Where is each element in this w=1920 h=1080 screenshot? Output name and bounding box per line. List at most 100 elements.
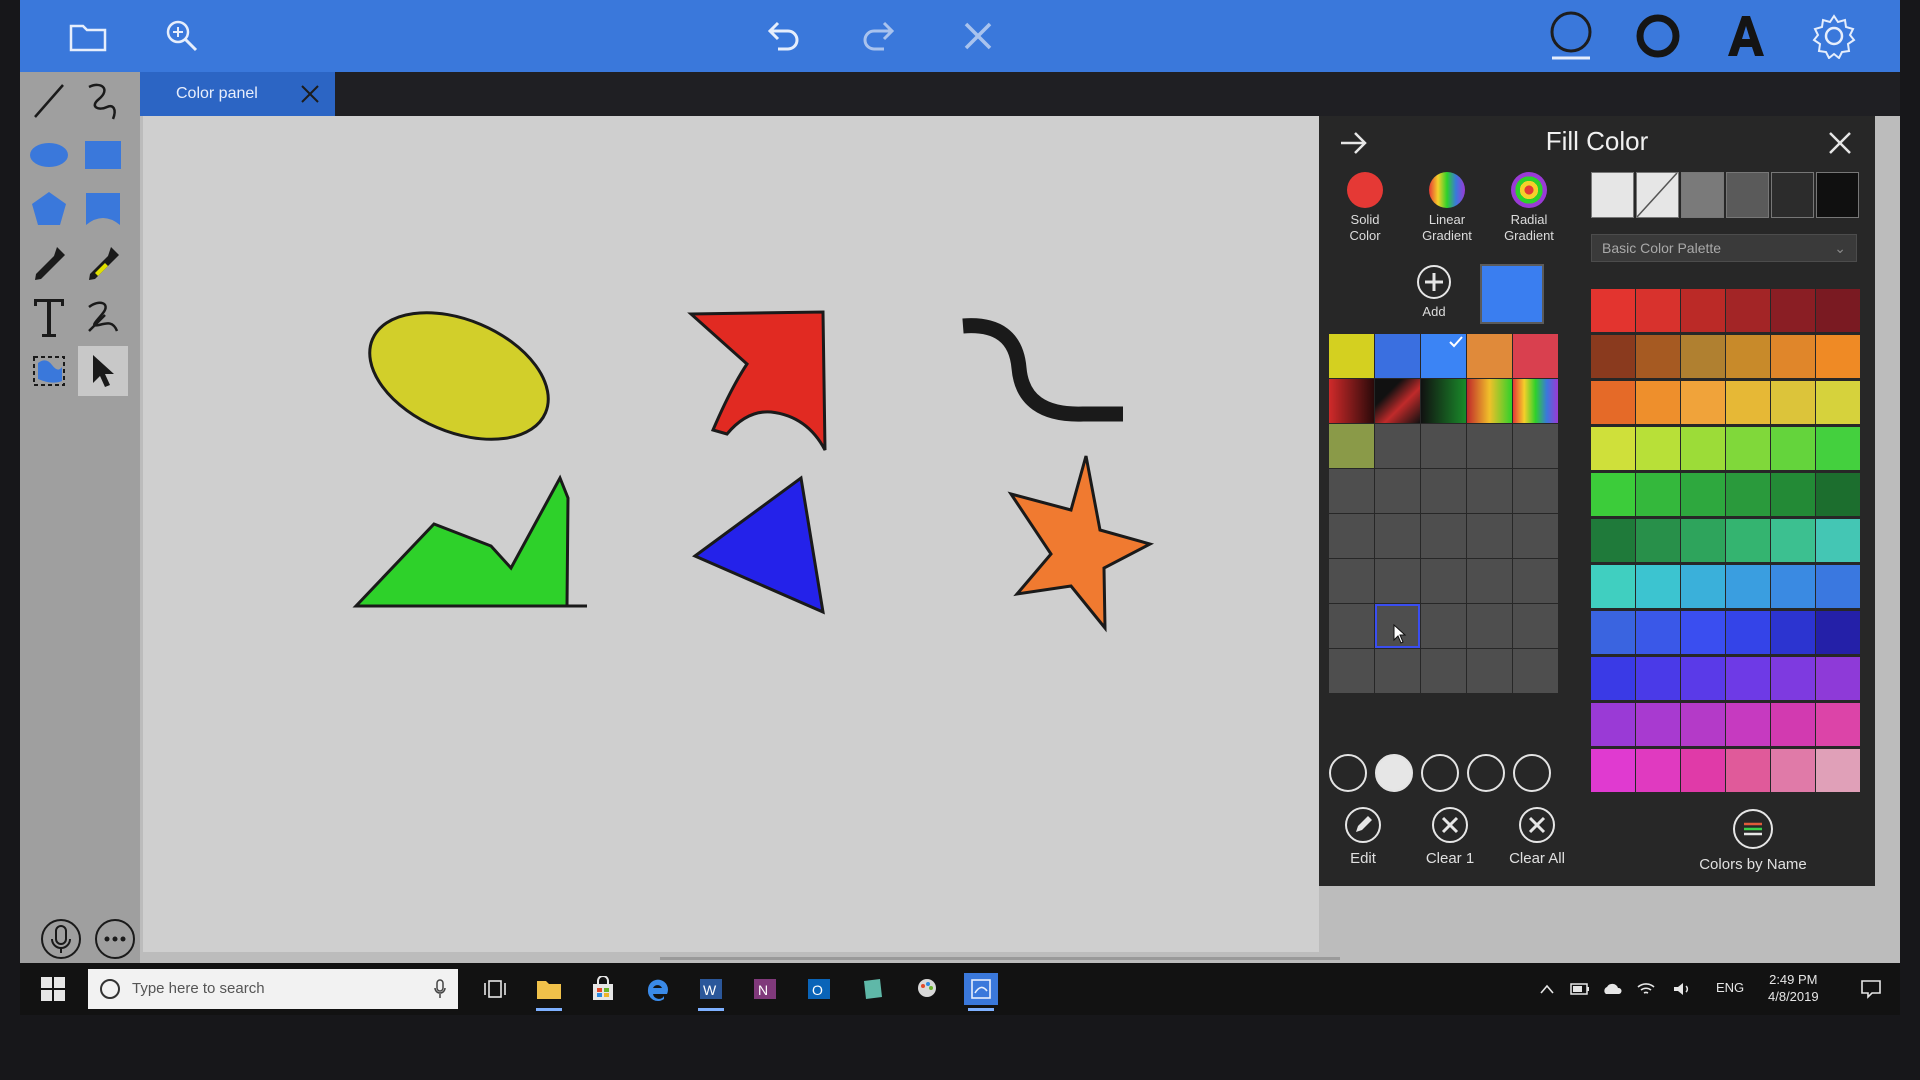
palette-color-cell[interactable] — [1771, 703, 1815, 746]
close-tab-icon[interactable] — [299, 83, 321, 105]
preset-swatch[interactable] — [1816, 172, 1859, 218]
palette-color-cell[interactable] — [1681, 473, 1725, 516]
palette-color-cell[interactable] — [1816, 381, 1860, 424]
palette-color-cell[interactable] — [1771, 565, 1815, 608]
palette-color-cell[interactable] — [1726, 289, 1770, 332]
custom-gradient-cell[interactable] — [1467, 379, 1512, 423]
palette-color-cell[interactable] — [1636, 519, 1680, 562]
palette-color-cell[interactable] — [1726, 381, 1770, 424]
palette-color-cell[interactable] — [1726, 519, 1770, 562]
clear-one-button[interactable]: Clear 1 — [1407, 806, 1493, 867]
more-options-icon[interactable] — [94, 918, 136, 960]
preset-swatch[interactable] — [1591, 172, 1634, 218]
page-dot[interactable] — [1421, 754, 1459, 792]
palette-color-cell[interactable] — [1771, 657, 1815, 700]
palette-color-cell[interactable] — [1636, 427, 1680, 470]
linear-gradient-button[interactable]: Linear Gradient — [1407, 172, 1487, 244]
freehand-tool[interactable] — [78, 76, 128, 126]
palette-color-cell[interactable] — [1591, 473, 1635, 516]
clock[interactable]: 2:49 PM 4/8/2019 — [1768, 971, 1819, 1005]
empty-color-cell[interactable] — [1513, 514, 1558, 558]
palette-color-cell[interactable] — [1591, 611, 1635, 654]
custom-color-cell[interactable] — [1375, 334, 1420, 378]
horizontal-scrollbar[interactable] — [660, 957, 1340, 960]
preset-swatch[interactable] — [1726, 172, 1769, 218]
word-button[interactable]: W — [694, 973, 728, 1011]
custom-color-cell[interactable] — [1467, 334, 1512, 378]
add-color-button[interactable]: Add — [1399, 264, 1469, 319]
palette-color-cell[interactable] — [1771, 749, 1815, 792]
empty-color-cell[interactable] — [1375, 559, 1420, 603]
ellipse-shape[interactable] — [351, 288, 568, 465]
battery-icon[interactable] — [1570, 982, 1590, 996]
store-button[interactable] — [586, 973, 620, 1005]
palette-color-cell[interactable] — [1681, 289, 1725, 332]
palette-color-cell[interactable] — [1636, 381, 1680, 424]
palette-color-cell[interactable] — [1816, 565, 1860, 608]
onedrive-icon[interactable] — [1602, 982, 1624, 996]
wifi-icon[interactable] — [1636, 981, 1656, 997]
empty-color-cell[interactable] — [1513, 649, 1558, 693]
palette-color-cell[interactable] — [1771, 611, 1815, 654]
palette-color-cell[interactable] — [1771, 381, 1815, 424]
empty-color-cell[interactable] — [1421, 649, 1466, 693]
taskbar-search-box[interactable]: Type here to search — [88, 969, 458, 1009]
lasso-select-tool[interactable] — [24, 346, 74, 396]
palette-color-cell[interactable] — [1771, 427, 1815, 470]
ellipse-tool[interactable] — [24, 130, 74, 180]
palette-color-cell[interactable] — [1681, 519, 1725, 562]
preset-swatch[interactable] — [1771, 172, 1814, 218]
font-button[interactable] — [1720, 10, 1772, 62]
undo-button[interactable] — [756, 10, 808, 62]
open-folder-button[interactable] — [62, 10, 114, 62]
settings-button[interactable] — [1808, 10, 1860, 62]
stroke-width-button[interactable] — [1632, 10, 1684, 62]
custom-color-cell-selected[interactable] — [1421, 334, 1466, 378]
custom-gradient-cell[interactable] — [1421, 379, 1466, 423]
palette-color-cell[interactable] — [1726, 611, 1770, 654]
empty-color-cell[interactable] — [1329, 649, 1374, 693]
empty-color-cell[interactable] — [1513, 604, 1558, 648]
palette-color-cell[interactable] — [1816, 749, 1860, 792]
palette-color-cell[interactable] — [1726, 335, 1770, 378]
delete-button[interactable] — [952, 10, 1004, 62]
palette-color-cell[interactable] — [1636, 611, 1680, 654]
page-dot[interactable] — [1513, 754, 1551, 792]
page-dot-active[interactable] — [1375, 754, 1413, 792]
palette-color-cell[interactable] — [1591, 381, 1635, 424]
custom-gradient-cell[interactable] — [1513, 379, 1558, 423]
notification-icon[interactable] — [1860, 979, 1882, 999]
empty-color-cell[interactable] — [1329, 559, 1374, 603]
page-dot[interactable] — [1329, 754, 1367, 792]
palette-color-cell[interactable] — [1681, 427, 1725, 470]
custom-color-cell[interactable] — [1513, 334, 1558, 378]
palette-color-cell[interactable] — [1681, 657, 1725, 700]
volume-icon[interactable] — [1672, 981, 1692, 997]
palette-color-cell[interactable] — [1636, 565, 1680, 608]
preset-swatch[interactable] — [1681, 172, 1724, 218]
empty-color-cell[interactable] — [1467, 469, 1512, 513]
onenote-button[interactable]: N — [748, 973, 782, 1005]
eyedropper-tool[interactable] — [24, 238, 74, 288]
radial-gradient-button[interactable]: Radial Gradient — [1489, 172, 1569, 244]
empty-color-cell[interactable] — [1375, 424, 1420, 468]
palette-color-cell[interactable] — [1726, 657, 1770, 700]
empty-color-cell[interactable] — [1329, 469, 1374, 513]
windows-start-icon[interactable] — [40, 976, 66, 1002]
palette-color-cell[interactable] — [1726, 703, 1770, 746]
edge-browser-button[interactable] — [640, 973, 674, 1005]
empty-color-cell[interactable] — [1375, 469, 1420, 513]
triangle-shape[interactable] — [692, 475, 825, 615]
palette-color-cell[interactable] — [1726, 427, 1770, 470]
custom-gradient-cell[interactable] — [1329, 379, 1374, 423]
tab-color-panel[interactable]: Color panel — [140, 72, 335, 116]
empty-color-cell[interactable] — [1421, 514, 1466, 558]
text-tool[interactable] — [24, 292, 74, 342]
palette-color-cell[interactable] — [1636, 657, 1680, 700]
empty-color-cell[interactable] — [1375, 649, 1420, 693]
palette-color-cell[interactable] — [1816, 519, 1860, 562]
microphone-icon[interactable] — [40, 918, 82, 960]
empty-color-cell[interactable] — [1467, 604, 1512, 648]
palette-color-cell[interactable] — [1681, 703, 1725, 746]
app-button[interactable] — [910, 973, 944, 1005]
